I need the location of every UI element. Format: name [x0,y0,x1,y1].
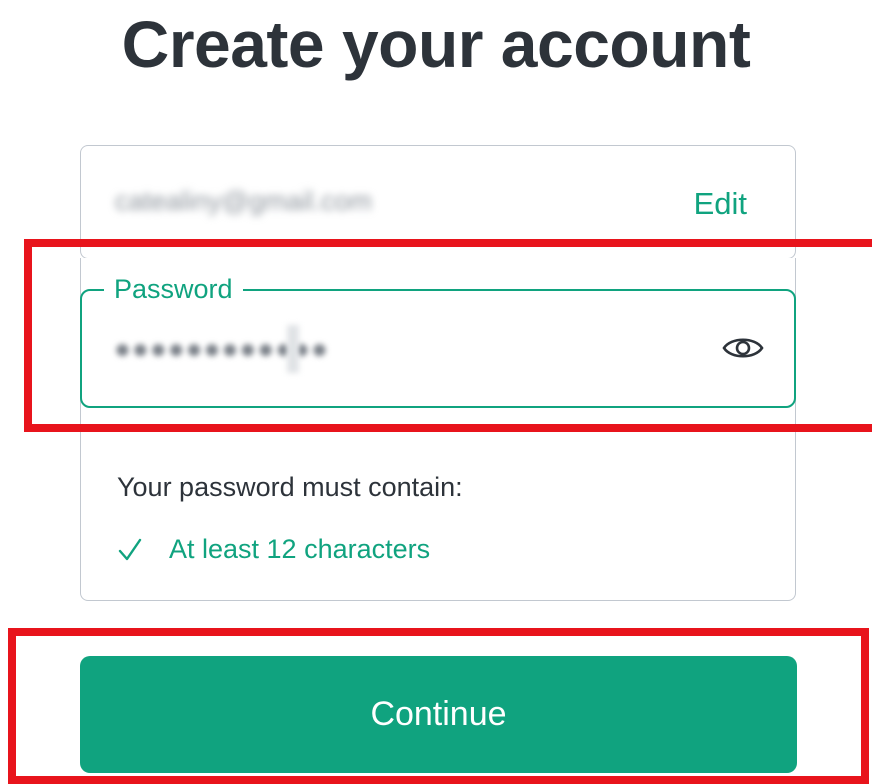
edit-email-link[interactable]: Edit [694,186,747,222]
eye-icon[interactable] [722,333,764,363]
check-icon [118,538,142,560]
text-caret [287,325,299,373]
requirement-label: At least 12 characters [169,534,431,564]
email-display-field: catealiny@gmail.com Edit [80,145,796,259]
password-requirements-title: Your password must contain: [117,472,463,502]
continue-button[interactable]: Continue [80,656,797,773]
password-field[interactable]: Password ●●●●●●●●●●●● [80,272,796,408]
page-title: Create your account [121,7,751,81]
password-label: Password [104,272,243,306]
email-value: catealiny@gmail.com [115,186,373,216]
requirement-item: At least 12 characters [117,534,430,565]
